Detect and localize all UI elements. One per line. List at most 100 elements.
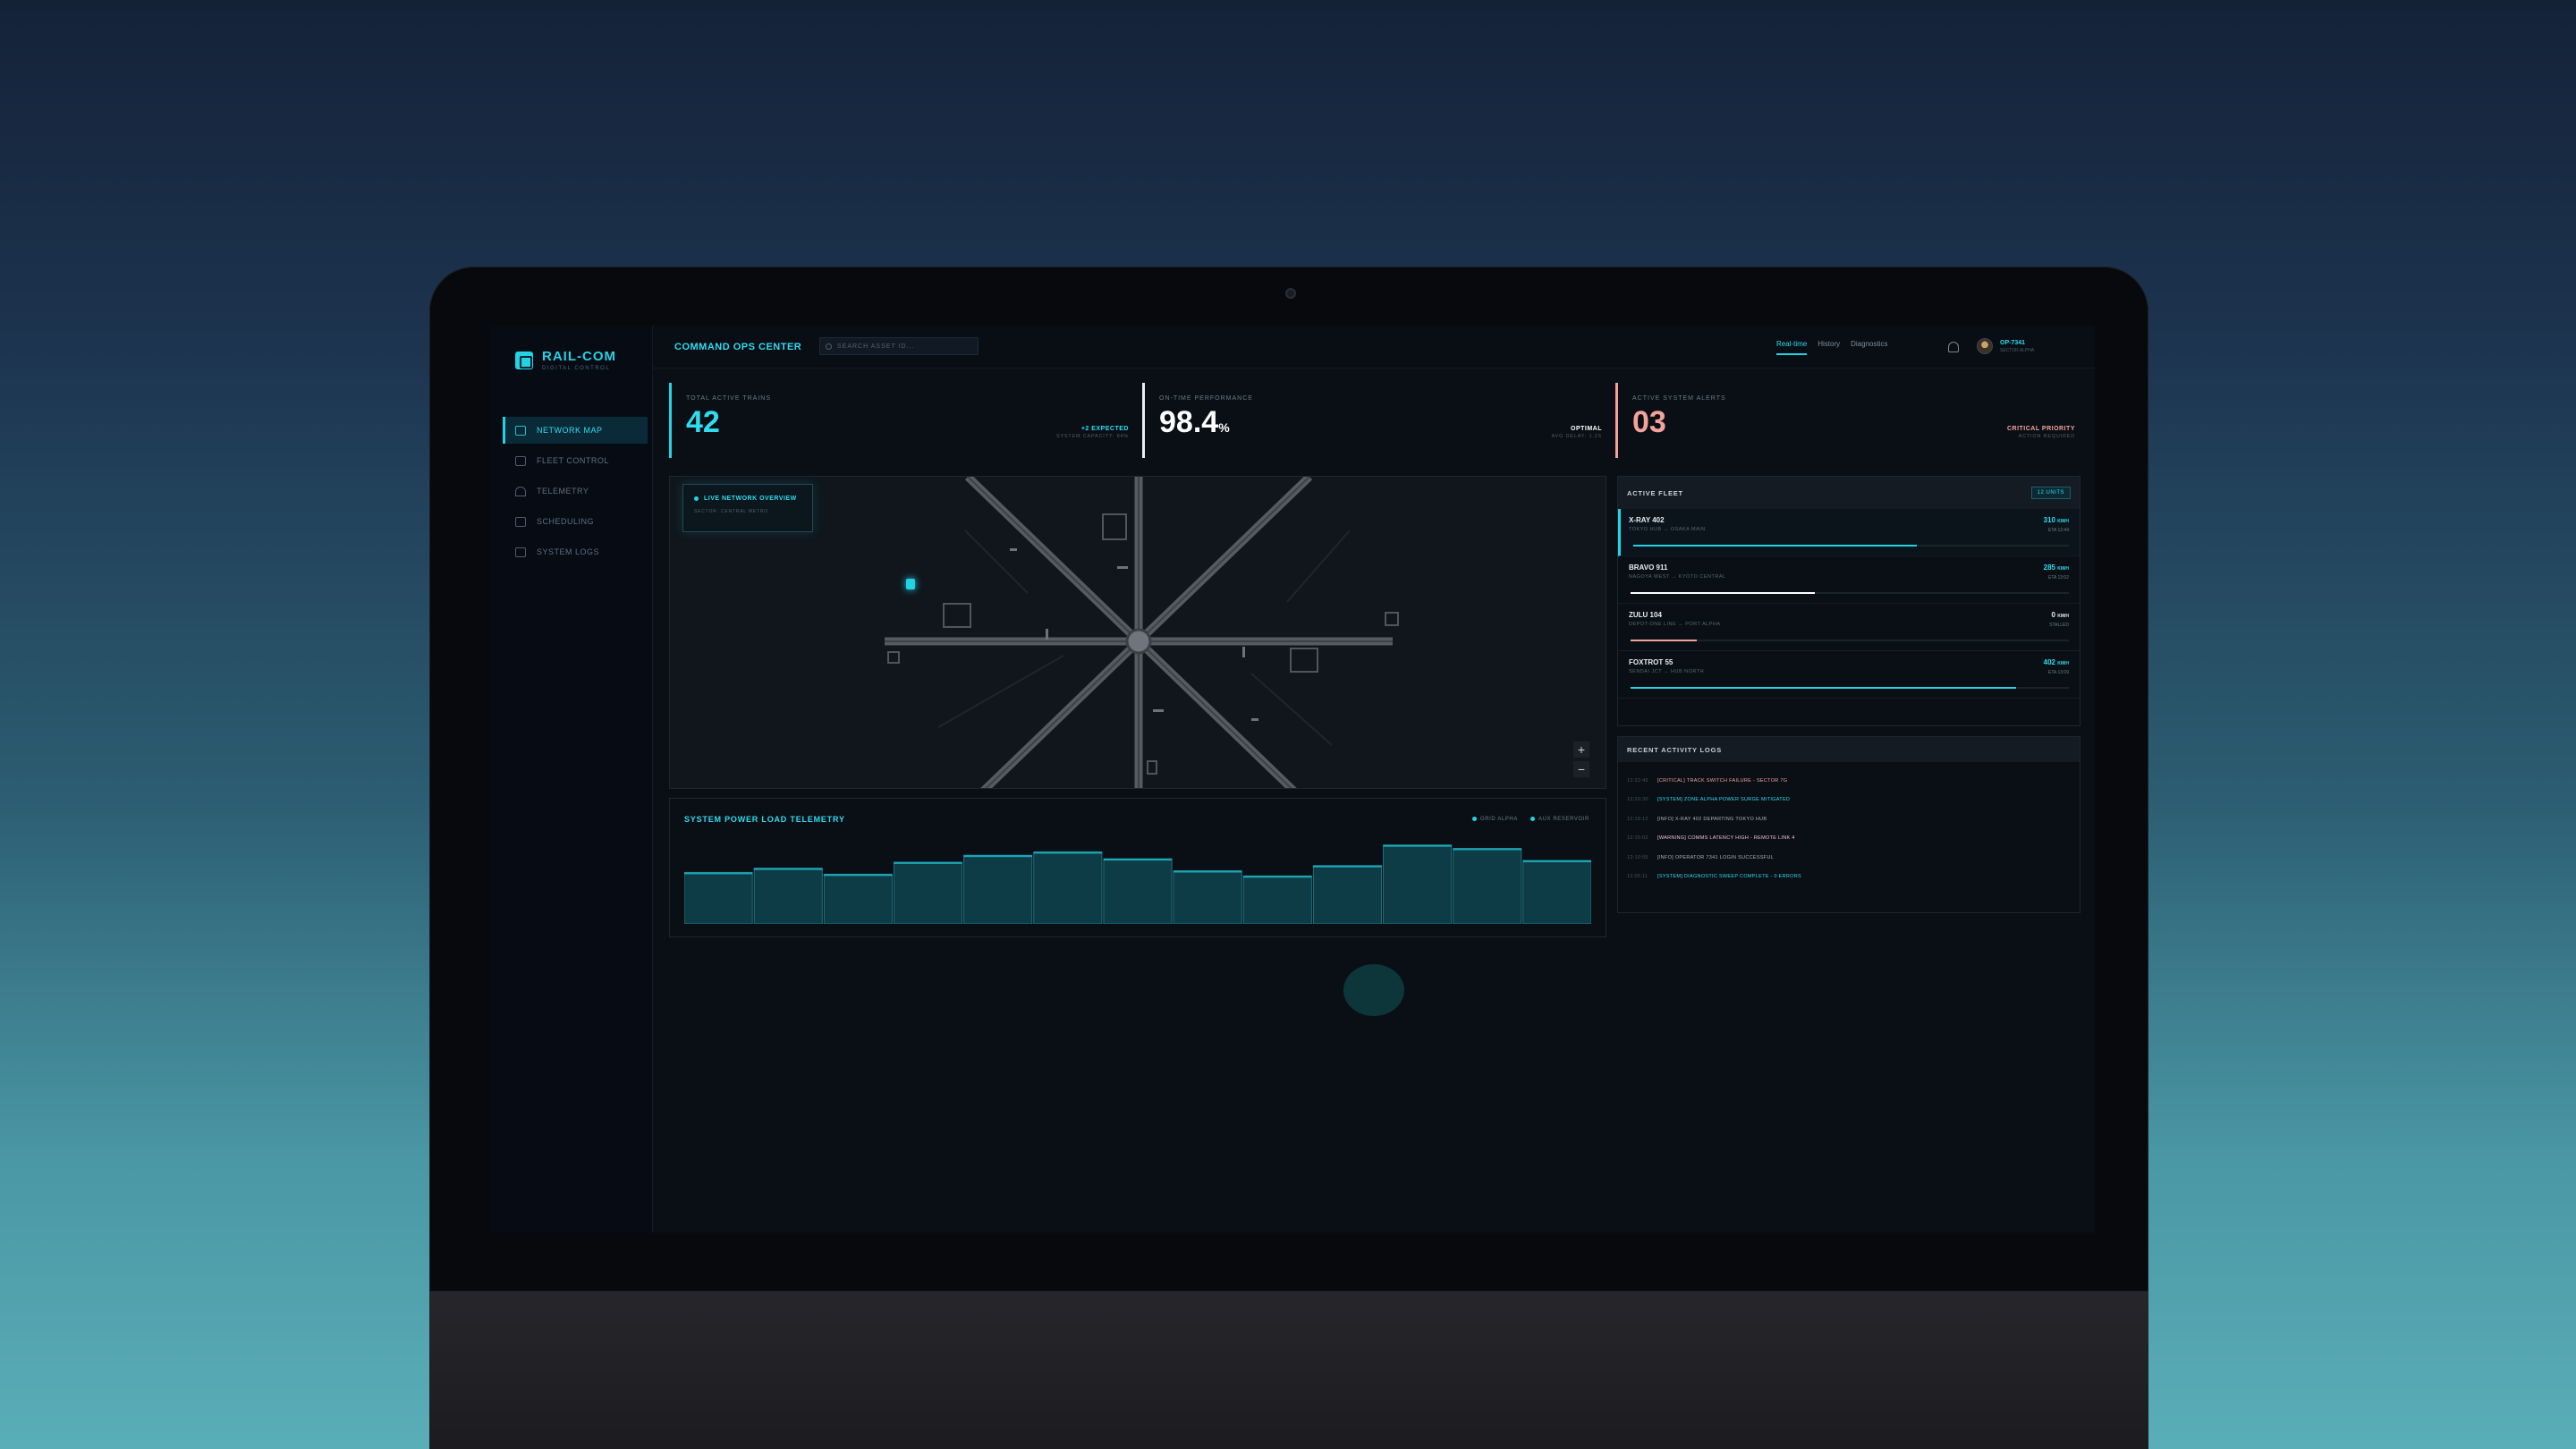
- log-message: [INFO] X-RAY 402 DEPARTING TOKYO HUB: [1657, 816, 1767, 822]
- panel-title: ACTIVE FLEET: [1627, 488, 1683, 497]
- progress-fill: [1631, 592, 1815, 594]
- log-message: [SYSTEM] ZONE ALPHA POWER SURGE MITIGATE…: [1657, 797, 1791, 803]
- legend-label: GRID ALPHA: [1479, 817, 1518, 823]
- sidebar-item-system-logs[interactable]: SYSTEM LOGS: [503, 538, 648, 565]
- progress-track: [1631, 687, 2069, 689]
- search-input[interactable]: [837, 343, 971, 350]
- active-fleet-panel: ACTIVE FLEET 12 UNITS X-RAY 402 TOKYO HUB…: [1617, 476, 2080, 726]
- chart-bar-cap: [1313, 865, 1382, 868]
- train-speed: 0: [2051, 611, 2055, 619]
- power-load-chart: SYSTEM POWER LOAD TELEMETRY GRID ALPHA A…: [669, 798, 1606, 937]
- log-time: 12:05:11: [1627, 874, 1648, 880]
- tab-diagnostics[interactable]: Diagnostics: [1851, 340, 1887, 355]
- chart-bar: [1103, 858, 1173, 924]
- kpi-label: ACTIVE SYSTEM ALERTS: [1632, 395, 1726, 402]
- map-subtitle: SECTOR: CENTRAL METRO: [694, 509, 768, 514]
- chart-bar-cap: [684, 872, 753, 875]
- sidebar-item-fleet-control[interactable]: FLEET CONTROL: [503, 447, 648, 474]
- train-name: FOXTROT 55: [1629, 658, 1674, 666]
- log-time: 12:22:45: [1627, 777, 1648, 784]
- brand[interactable]: RAIL-COM DIGITAL CONTROL: [515, 349, 616, 371]
- view-tabs: Real-time History Diagnostics: [1776, 340, 1887, 355]
- zoom-in-button[interactable]: +: [1573, 741, 1589, 758]
- user-name: OP-7341: [2000, 339, 2026, 346]
- chart-bar-cap: [894, 861, 962, 864]
- sidebar-item-label: TELEMETRY: [537, 487, 589, 496]
- network-map[interactable]: LIVE NETWORK OVERVIEW SECTOR: CENTRAL ME…: [669, 476, 1606, 789]
- activity-logs-panel: RECENT ACTIVITY LOGS 12:22:45 [CRITICAL] …: [1617, 736, 2080, 913]
- kpi-sub: AVG DELAY: 1.2S: [1551, 434, 1602, 439]
- page-title: COMMAND OPS CENTER: [674, 342, 802, 352]
- chart-bar-cap: [824, 874, 893, 877]
- train-route: NAGOYA WEST → KYOTO CENTRAL: [1629, 574, 1726, 580]
- search-icon: [826, 343, 832, 350]
- log-time: 12:15:02: [1627, 835, 1648, 842]
- train-route: DEPOT-ONE LINE → PORT ALPHA: [1629, 622, 1721, 627]
- train-marker-icon[interactable]: [906, 579, 915, 589]
- kpi-note: OPTIMAL: [1571, 426, 1602, 432]
- cursor-highlight: [1343, 964, 1404, 1016]
- search-box[interactable]: [819, 337, 979, 355]
- train-speed: 402: [2043, 658, 2055, 666]
- sidebar-item-network-map[interactable]: NETWORK MAP: [503, 417, 648, 444]
- log-message: [SYSTEM] DIAGNOSTIC SWEEP COMPLETE - 0 E…: [1657, 874, 1802, 880]
- sidebar: RAIL-COM DIGITAL CONTROL NETWORK MAP FLE…: [490, 326, 653, 1233]
- panel-title: RECENT ACTIVITY LOGS: [1627, 745, 1723, 754]
- chart-bar: [1033, 851, 1103, 924]
- sidebar-nav: NETWORK MAP FLEET CONTROL TELEMETRY SCHE…: [503, 417, 648, 569]
- chart-bar: [753, 868, 823, 924]
- legend-label: AUX RESERVOIR: [1538, 817, 1589, 823]
- kpi-sub: SYSTEM CAPACITY: 84%: [1055, 434, 1129, 439]
- sidebar-item-scheduling[interactable]: SCHEDULING: [503, 508, 648, 535]
- kpi-note: CRITICAL PRIORITY: [2006, 426, 2075, 432]
- log-message: [CRITICAL] TRACK SWITCH FAILURE - SECTOR…: [1657, 777, 1788, 784]
- tab-real-time[interactable]: Real-time: [1776, 340, 1808, 355]
- fleet-row[interactable]: BRAVO 911 NAGOYA WEST → KYOTO CENTRAL 285 …: [1618, 556, 2080, 604]
- chart-bar-cap: [1033, 852, 1102, 854]
- user-profile[interactable]: OP-7341 SECTOR ALPHA: [1977, 338, 2034, 354]
- chart-bar: [1173, 869, 1242, 924]
- bell-icon[interactable]: [1948, 342, 1959, 352]
- sidebar-item-telemetry[interactable]: TELEMETRY: [503, 478, 648, 504]
- zoom-out-button[interactable]: −: [1573, 761, 1589, 777]
- chart-bar-cap: [963, 855, 1032, 858]
- chart-bar: [1383, 844, 1453, 924]
- log-time: 12:20:30: [1627, 797, 1648, 803]
- bar-chart-plot: [684, 844, 1591, 924]
- progress-track: [1631, 592, 2069, 594]
- kpi-label: TOTAL ACTIVE TRAINS: [686, 395, 771, 402]
- sidebar-item-label: SYSTEM LOGS: [537, 547, 600, 556]
- tab-history[interactable]: History: [1818, 340, 1840, 355]
- fleet-row[interactable]: X-RAY 402 TOKYO HUB → OSAKA MAIN 310 KM/H E…: [1618, 509, 2080, 556]
- legend-swatch: [1471, 817, 1477, 821]
- train-speed: 310: [2043, 516, 2055, 524]
- speed-unit: KM/H: [2057, 661, 2069, 666]
- kpi-label: ON-TIME PERFORMANCE: [1159, 395, 1253, 402]
- user-role: SECTOR ALPHA: [2000, 347, 2035, 353]
- log-row: 12:22:45 [CRITICAL] TRACK SWITCH FAILURE …: [1627, 771, 2071, 791]
- units-badge[interactable]: 12 UNITS: [2030, 487, 2071, 499]
- progress-fill: [1631, 640, 1697, 641]
- chart-bar-cap: [1522, 860, 1591, 862]
- chart-bar: [684, 871, 753, 924]
- signal-icon: [515, 486, 526, 496]
- kpi-unit: %: [1218, 420, 1230, 435]
- fleet-row[interactable]: FOXTROT 55 SENDAI JCT → HUB NORTH 402 KM/H…: [1618, 651, 2080, 699]
- chart-bar: [1242, 875, 1312, 924]
- train-speed: 285: [2043, 564, 2055, 572]
- log-row: 12:05:11 [SYSTEM] DIAGNOSTIC SWEEP COMPLE…: [1627, 868, 2071, 887]
- log-message: [INFO] OPERATOR 7341 LOGIN SUCCESSFUL: [1657, 854, 1775, 860]
- live-network-overview-card: LIVE NETWORK OVERVIEW SECTOR: CENTRAL ME…: [682, 484, 813, 532]
- chart-bar: [823, 873, 893, 924]
- log-message: [WARNING] COMMS LATENCY HIGH - REMOTE LI…: [1657, 835, 1795, 842]
- progress-track: [1633, 545, 2069, 547]
- kpi-system-alerts: ACTIVE SYSTEM ALERTS 03 CRITICAL PRIORIT…: [1615, 383, 2089, 458]
- calendar-icon: [515, 516, 526, 527]
- fleet-row[interactable]: ZULU 104 DEPOT-ONE LINE → PORT ALPHA 0 KM/…: [1618, 604, 2080, 651]
- train-eta: ETA 13:02: [2048, 575, 2069, 580]
- live-indicator-icon: [694, 496, 699, 501]
- train-icon: [515, 455, 526, 466]
- train-route: TOKYO HUB → OSAKA MAIN: [1629, 527, 1706, 532]
- train-name: ZULU 104: [1629, 611, 1662, 619]
- avatar: [1977, 338, 1993, 354]
